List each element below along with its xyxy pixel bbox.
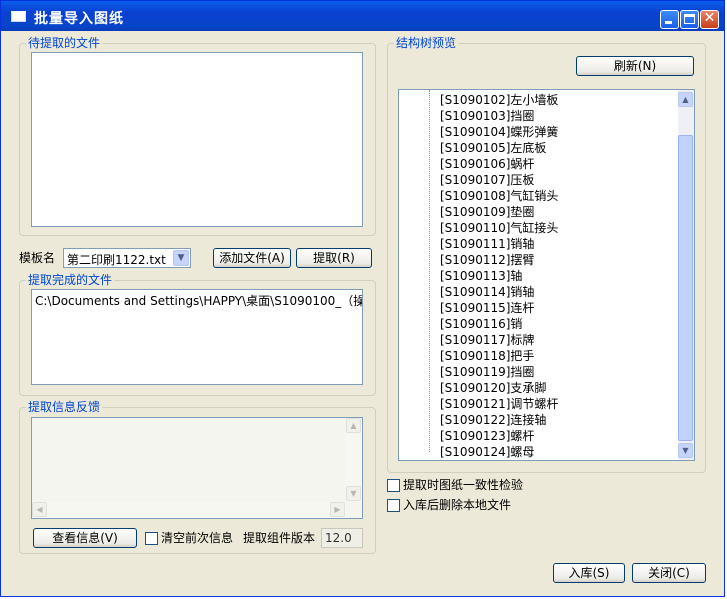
tree-item[interactable]: [S1090104]蝶形弹簧: [440, 124, 558, 140]
maximize-icon: [684, 14, 695, 24]
tree-vertical-scrollbar[interactable]: ▲ ▼: [678, 90, 694, 460]
minimize-icon: [665, 21, 672, 24]
template-label: 模板名: [19, 251, 56, 265]
scroll-down-icon[interactable]: ▼: [346, 486, 361, 501]
tree-item[interactable]: [S1090113]轴: [440, 268, 558, 284]
tree-item[interactable]: [S1090111]销轴: [440, 236, 558, 252]
completed-files-list[interactable]: C:\Documents and Settings\HAPPY\桌面\S1090…: [31, 289, 363, 385]
dialog-window: 批量导入图纸 ✕ 待提取的文件 模板名 第二印刷1122.txt ▼ 添加文件(…: [0, 0, 725, 597]
tree-item[interactable]: [S1090124]螺母: [440, 444, 558, 460]
structure-tree[interactable]: [S1090102]左小墙板 [S1090103]挡圈 [S1090104]蝶形…: [398, 89, 695, 461]
template-select-value: 第二印刷1122.txt: [67, 253, 166, 267]
scroll-up-icon[interactable]: ▲: [346, 418, 361, 433]
scrollbar-thumb[interactable]: [678, 135, 693, 441]
maximize-button[interactable]: [680, 10, 699, 29]
title-bar[interactable]: 批量导入图纸 ✕: [1, 1, 724, 31]
add-file-button[interactable]: 添加文件(A): [213, 248, 291, 268]
import-button[interactable]: 入库(S): [553, 563, 625, 583]
tree-item[interactable]: [S1090109]垫圈: [440, 204, 558, 220]
tree-item[interactable]: [S1090117]标牌: [440, 332, 558, 348]
tree-item[interactable]: [S1090112]摆臂: [440, 252, 558, 268]
close-window-button[interactable]: ✕: [700, 10, 719, 29]
component-version-field: 12.0: [321, 528, 363, 548]
scroll-up-icon[interactable]: ▲: [678, 92, 693, 107]
clear-previous-checkbox[interactable]: [145, 532, 158, 545]
tree-item[interactable]: [S1090103]挡圈: [440, 108, 558, 124]
consistency-check-checkbox[interactable]: [387, 479, 400, 492]
structure-tree-label: 结构树预览: [394, 36, 459, 50]
tree-item[interactable]: [S1090118]把手: [440, 348, 558, 364]
feedback-label: 提取信息反馈: [26, 400, 103, 414]
scroll-left-icon[interactable]: ◀: [32, 502, 47, 517]
extract-button[interactable]: 提取(R): [296, 248, 372, 268]
tree-item[interactable]: [S1090116]销: [440, 316, 558, 332]
tree-item[interactable]: [S1090122]连接轴: [440, 412, 558, 428]
view-info-button[interactable]: 查看信息(V): [33, 528, 137, 548]
tree-item[interactable]: [S1090108]气缸销头: [440, 188, 558, 204]
tree-item[interactable]: [S1090105]左底板: [440, 140, 558, 156]
completed-file-item[interactable]: C:\Documents and Settings\HAPPY\桌面\S1090…: [32, 290, 362, 311]
tree-item[interactable]: [S1090102]左小墙板: [440, 92, 558, 108]
delete-local-checkbox[interactable]: [387, 499, 400, 512]
completed-files-label: 提取完成的文件: [26, 273, 115, 287]
window-icon: [11, 11, 26, 22]
chevron-down-icon[interactable]: ▼: [173, 250, 189, 266]
tree-item[interactable]: [S1090106]蜗杆: [440, 156, 558, 172]
window-title: 批量导入图纸: [34, 11, 124, 27]
delete-local-label: 入库后删除本地文件: [403, 498, 512, 512]
clear-previous-label: 清空前次信息: [161, 531, 234, 545]
refresh-button[interactable]: 刷新(N): [576, 56, 694, 76]
scroll-right-icon[interactable]: ▶: [330, 502, 345, 517]
tree-items: [S1090102]左小墙板 [S1090103]挡圈 [S1090104]蝶形…: [440, 92, 558, 460]
pending-files-list[interactable]: [31, 52, 363, 227]
tree-item[interactable]: [S1090119]挡圈: [440, 364, 558, 380]
component-version-label: 提取组件版本: [243, 531, 316, 545]
tree-item[interactable]: [S1090114]销轴: [440, 284, 558, 300]
tree-item[interactable]: [S1090120]支承脚: [440, 380, 558, 396]
pending-files-label: 待提取的文件: [26, 36, 103, 50]
tree-item[interactable]: [S1090115]连杆: [440, 300, 558, 316]
feedback-textarea[interactable]: ▲ ▼ ◀ ▶: [31, 417, 363, 519]
tree-item[interactable]: [S1090123]螺杆: [440, 428, 558, 444]
tree-item[interactable]: [S1090110]气缸接头: [440, 220, 558, 236]
feedback-horizontal-scrollbar[interactable]: ◀ ▶: [32, 502, 346, 518]
consistency-check-label: 提取时图纸一致性检验: [403, 478, 524, 492]
close-icon: ✕: [703, 10, 716, 26]
tree-item[interactable]: [S1090107]压板: [440, 172, 558, 188]
minimize-button[interactable]: [660, 10, 679, 29]
close-button[interactable]: 关闭(C): [632, 563, 706, 583]
tree-item[interactable]: [S1090121]调节螺杆: [440, 396, 558, 412]
template-select[interactable]: 第二印刷1122.txt ▼: [63, 248, 191, 268]
scroll-down-icon[interactable]: ▼: [678, 443, 693, 458]
tree-connector-line: [429, 90, 431, 452]
feedback-vertical-scrollbar[interactable]: ▲ ▼: [346, 418, 362, 502]
